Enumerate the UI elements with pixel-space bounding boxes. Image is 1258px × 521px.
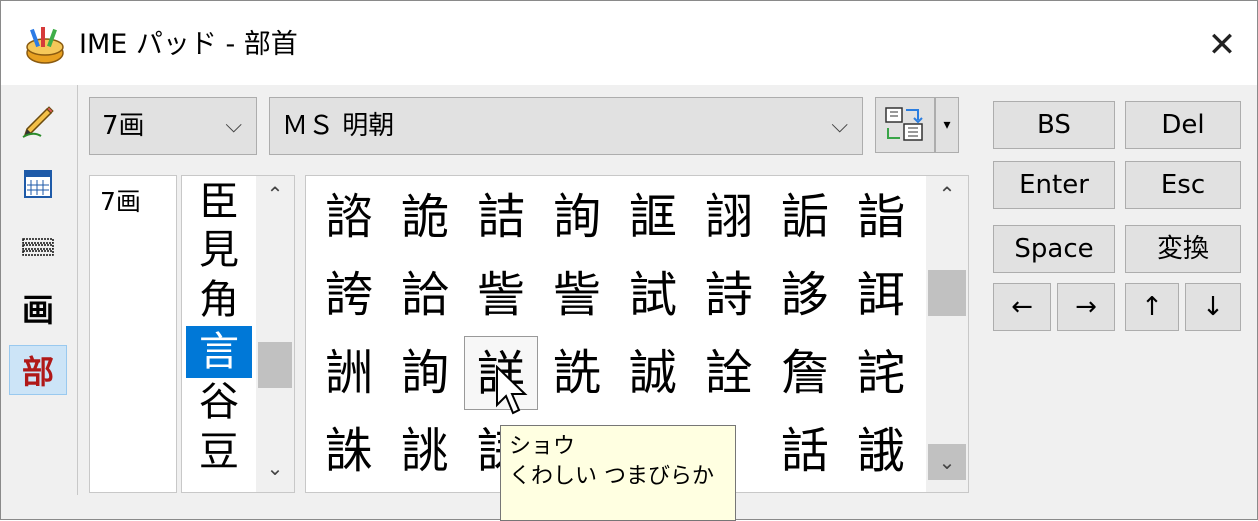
stroke-count-value: 7画: [102, 111, 145, 141]
keyboard-icon: [22, 238, 54, 256]
radical-item[interactable]: 臣: [186, 176, 252, 228]
character-cell[interactable]: 詮: [692, 336, 766, 410]
character-cell[interactable]: 誀: [844, 258, 918, 332]
character-cell[interactable]: 詹: [768, 336, 842, 410]
space-button[interactable]: Space: [993, 225, 1115, 273]
chevron-down-icon: ⌵: [831, 113, 848, 138]
mouse-cursor-icon: [496, 365, 528, 415]
scroll-down-arrow[interactable]: ⌄: [928, 444, 966, 480]
character-cell[interactable]: 誇: [312, 258, 386, 332]
character-cell[interactable]: 詶: [312, 336, 386, 410]
character-cell[interactable]: 諮: [312, 180, 386, 254]
radical-item[interactable]: 谷: [186, 376, 252, 428]
character-cell[interactable]: 訾: [464, 258, 538, 332]
character-reading-tooltip: ショウ くわしい つまびらか: [500, 425, 736, 521]
soft-keyboard-mode-button[interactable]: [9, 221, 67, 271]
mode-sidebar: 画 部: [1, 85, 78, 495]
font-select-value: ＭＳ 明朝: [282, 111, 395, 141]
tooltip-kun-reading: くわしい つまびらか: [509, 464, 714, 489]
scroll-up-arrow[interactable]: ⌃: [926, 182, 968, 206]
character-cell[interactable]: 誠: [616, 336, 690, 410]
character-cell[interactable]: 詵: [540, 336, 614, 410]
arrow-left-button[interactable]: ←: [993, 283, 1051, 331]
list-item[interactable]: 7画: [100, 182, 141, 218]
scrollbar-thumb[interactable]: [258, 342, 292, 388]
stroke-count-list[interactable]: 7画: [89, 175, 177, 493]
radical-item-selected[interactable]: 言: [186, 326, 252, 378]
stroke-count-select[interactable]: 7画 ⌵: [89, 97, 257, 155]
view-dropdown-button[interactable]: ▾: [935, 97, 959, 153]
del-button[interactable]: Del: [1125, 101, 1241, 149]
ime-pad-app-icon: [26, 27, 64, 64]
arrow-up-button[interactable]: ↑: [1125, 283, 1179, 331]
character-cell[interactable]: 詬: [768, 180, 842, 254]
character-cell[interactable]: 詫: [844, 336, 918, 410]
arrow-right-button[interactable]: →: [1057, 283, 1115, 331]
radical-mode-icon: 部: [21, 353, 54, 391]
handwriting-mode-button[interactable]: [9, 97, 67, 147]
tooltip-on-reading: ショウ: [509, 434, 576, 459]
radical-list[interactable]: 臣 見 角 言 谷 豆 ⌃ ⌄: [181, 175, 295, 493]
character-cell[interactable]: 詭: [388, 180, 462, 254]
stroke-count-mode-icon: 画: [21, 291, 54, 329]
character-cell[interactable]: 詢: [540, 180, 614, 254]
stroke-count-mode-button[interactable]: 画: [9, 283, 67, 333]
character-cell[interactable]: 誅: [312, 414, 386, 488]
pencil-icon: [22, 106, 54, 138]
radical-mode-button[interactable]: 部: [9, 345, 67, 395]
character-cell[interactable]: 誃: [768, 258, 842, 332]
character-cell[interactable]: 試: [616, 258, 690, 332]
radical-scrollbar[interactable]: ⌃ ⌄: [256, 176, 294, 492]
scroll-down-arrow[interactable]: ⌄: [256, 456, 294, 480]
character-cell[interactable]: 詩: [692, 258, 766, 332]
esc-button[interactable]: Esc: [1125, 161, 1241, 209]
character-cell[interactable]: 詡: [692, 180, 766, 254]
enter-button[interactable]: Enter: [993, 161, 1115, 209]
character-cell[interactable]: 誐: [844, 414, 918, 488]
character-cell[interactable]: 詣: [844, 180, 918, 254]
radical-item[interactable]: 角: [186, 274, 252, 326]
character-grid-icon: [24, 170, 52, 198]
character-cell[interactable]: 詢: [388, 336, 462, 410]
character-cell[interactable]: 誆: [616, 180, 690, 254]
close-button[interactable]: ✕: [1187, 15, 1257, 75]
view-switch-icon: [885, 107, 923, 141]
radical-item[interactable]: 豆: [186, 426, 252, 478]
character-cell[interactable]: 詰: [464, 180, 538, 254]
scroll-up-arrow[interactable]: ⌃: [256, 182, 294, 206]
character-cell[interactable]: 話: [768, 414, 842, 488]
title-bar[interactable]: IME パッド - 部首 ✕: [1, 1, 1257, 85]
radical-item[interactable]: 見: [186, 224, 252, 276]
bs-button[interactable]: BS: [993, 101, 1115, 149]
chevron-down-icon: ⌵: [225, 113, 242, 138]
grid-scrollbar[interactable]: ⌃ ⌄: [926, 176, 968, 492]
character-cell[interactable]: 訾: [540, 258, 614, 332]
window-title: IME パッド - 部首: [79, 29, 298, 60]
arrow-down-button[interactable]: ↓: [1185, 283, 1241, 331]
scrollbar-thumb[interactable]: [928, 270, 966, 316]
font-select[interactable]: ＭＳ 明朝 ⌵: [269, 97, 863, 155]
character-list-mode-button[interactable]: [9, 159, 67, 209]
view-toggle-button[interactable]: [875, 97, 935, 153]
character-cell[interactable]: 詥: [388, 258, 462, 332]
character-cell[interactable]: 誂: [388, 414, 462, 488]
convert-button[interactable]: 変換: [1125, 225, 1241, 273]
